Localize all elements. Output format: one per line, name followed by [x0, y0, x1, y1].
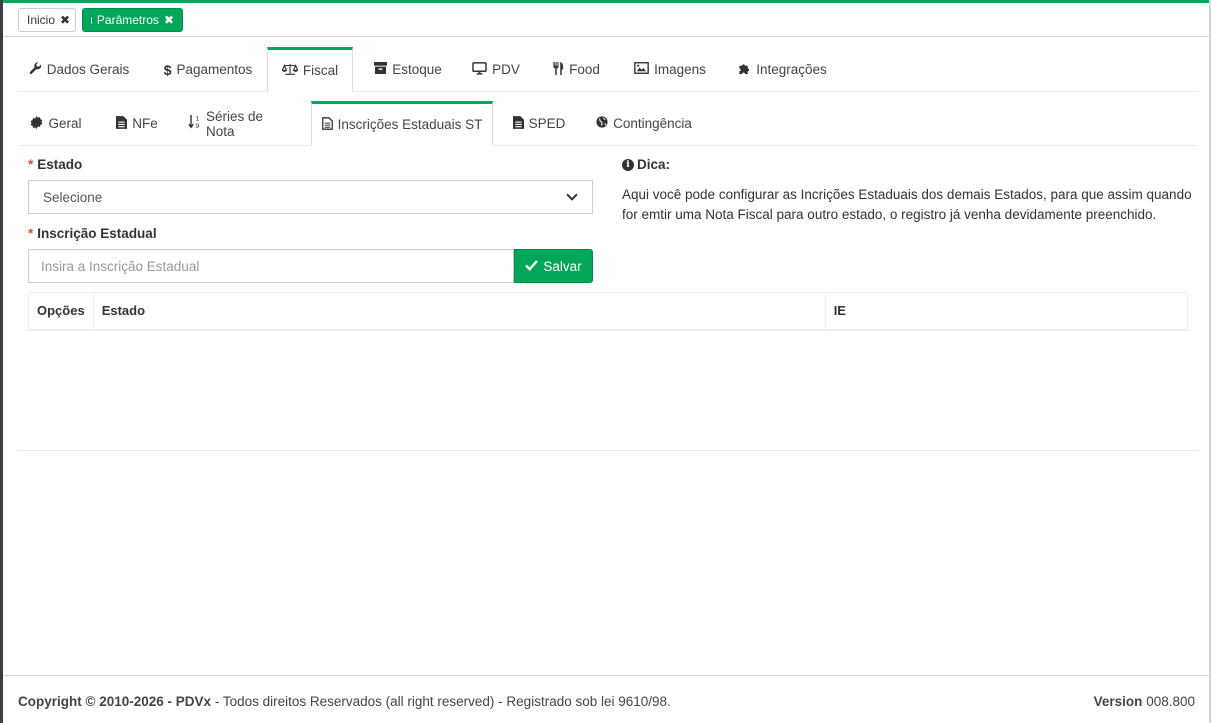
- tab-label: Pagamentos: [176, 62, 253, 77]
- cutlery-icon: [552, 61, 564, 78]
- ie-label-text: Inscrição Estadual: [37, 226, 157, 241]
- save-button-label: Salvar: [543, 258, 582, 274]
- tab-fiscal[interactable]: Fiscal: [267, 47, 353, 92]
- tip-title-text: Dica:: [637, 157, 671, 172]
- subtab-geral[interactable]: Geral: [26, 101, 86, 146]
- rights-text: - Todos direitos Reservados (all right r…: [214, 694, 671, 709]
- file-icon: [116, 115, 128, 132]
- subtab-nfe[interactable]: NFe: [112, 101, 162, 146]
- svg-text:1: 1: [195, 115, 199, 122]
- page-tab-label: Parâmetros: [96, 13, 159, 27]
- check-icon: [525, 259, 539, 274]
- tab-label: Estoque: [392, 62, 442, 77]
- dollar-icon: $: [163, 61, 172, 78]
- column-header-estado: Estado: [92, 292, 826, 331]
- table-header-row: Opções Estado IE: [28, 292, 1189, 331]
- tab-dados-gerais[interactable]: Dados Gerais: [26, 47, 132, 92]
- archive-icon: [374, 62, 388, 77]
- tab-label: Contingência: [613, 116, 692, 131]
- copyright-text: Copyright © 2010-2026 -: [18, 694, 172, 709]
- tab-label: Integrações: [756, 62, 827, 77]
- close-icon[interactable]: ✖: [164, 9, 174, 31]
- main-tabs: Dados Gerais $ Pagamentos Fiscal Estoque…: [18, 47, 1198, 92]
- column-header-opcoes: Opções: [28, 292, 94, 331]
- footer-version: Version 008.800: [1094, 694, 1195, 709]
- open-pages-bar: Inicio ✖ Parâmetros ✖: [3, 3, 1209, 37]
- brand-name: PDVx: [175, 694, 212, 709]
- balance-scale-icon: [281, 63, 299, 79]
- file-icon: [512, 115, 524, 132]
- estado-label-text: Estado: [37, 157, 83, 172]
- tab-imagens[interactable]: Imagens: [632, 47, 708, 92]
- tab-label: Dados Gerais: [46, 62, 130, 77]
- wrench-icon: [29, 61, 42, 78]
- tab-label: Fiscal: [302, 63, 339, 78]
- subtab-contingencia[interactable]: Contingência: [595, 101, 693, 146]
- puzzle-icon: [737, 62, 751, 78]
- tab-label: Imagens: [654, 62, 706, 77]
- subtab-inscricoes-estaduais-st[interactable]: Inscrições Estaduais ST: [311, 101, 493, 146]
- image-icon: [634, 62, 649, 77]
- estado-select-value: Selecione: [43, 189, 103, 205]
- save-button[interactable]: Salvar: [514, 249, 593, 283]
- section-divider: [18, 450, 1198, 451]
- footer: Copyright © 2010-2026 - PDVx - Todos dir…: [3, 675, 1209, 723]
- required-mark: *: [28, 226, 34, 241]
- tab-estoque[interactable]: Estoque: [370, 47, 446, 92]
- file-text-icon: [321, 116, 333, 133]
- page-tab-inicio[interactable]: Inicio ✖: [18, 8, 76, 32]
- tab-label: Inscrições Estaduais ST: [337, 117, 483, 132]
- estado-select[interactable]: Selecione: [28, 180, 593, 214]
- tab-label: PDV: [492, 62, 520, 77]
- close-icon[interactable]: ✖: [60, 9, 70, 31]
- tab-label: SPED: [528, 116, 566, 131]
- fiscal-sub-tabs: Geral NFe 19 Séries de Nota Inscrições E…: [18, 101, 1198, 146]
- svg-text:9: 9: [195, 123, 199, 129]
- tab-food[interactable]: Food: [551, 47, 601, 92]
- tab-label: NFe: [132, 116, 158, 131]
- estado-label: * Estado: [28, 157, 82, 172]
- chevron-down-icon: [566, 189, 578, 201]
- subtab-sped[interactable]: SPED: [511, 101, 567, 146]
- ie-label: * Inscrição Estadual: [28, 226, 157, 241]
- certificate-icon: [30, 115, 43, 132]
- page-tab-label: Inicio: [27, 13, 56, 27]
- inscricoes-table: Opções Estado IE: [28, 292, 1189, 331]
- page-tab-parametros[interactable]: Parâmetros ✖: [82, 8, 183, 32]
- main-content: Dados Gerais $ Pagamentos Fiscal Estoque…: [3, 37, 1209, 675]
- footer-copyright: Copyright © 2010-2026 - PDVx - Todos dir…: [18, 694, 671, 709]
- column-header-ie: IE: [824, 292, 1189, 331]
- tab-label: Geral: [48, 116, 82, 131]
- tab-label: Food: [569, 62, 600, 77]
- subtab-series-de-nota[interactable]: 19 Séries de Nota: [188, 101, 292, 146]
- required-mark: *: [28, 157, 34, 172]
- tip-text: Aqui você pode configurar as Incrições E…: [622, 187, 1192, 222]
- tab-pagamentos[interactable]: $ Pagamentos: [159, 47, 257, 92]
- info-icon: i: [622, 158, 634, 171]
- desktop-icon: [472, 61, 487, 78]
- tab-integracoes[interactable]: Integrações: [734, 47, 830, 92]
- inscricao-estadual-input[interactable]: [28, 249, 514, 283]
- tip-title: i Dica:: [622, 157, 670, 172]
- version-label: Version: [1093, 694, 1143, 709]
- active-dot-icon: [91, 16, 92, 24]
- tab-pdv[interactable]: PDV: [469, 47, 523, 92]
- tab-label: Séries de Nota: [206, 108, 264, 139]
- sort-numeric-icon: 19: [188, 115, 201, 132]
- globe-icon: [596, 116, 608, 131]
- version-value: 008.800: [1146, 694, 1195, 709]
